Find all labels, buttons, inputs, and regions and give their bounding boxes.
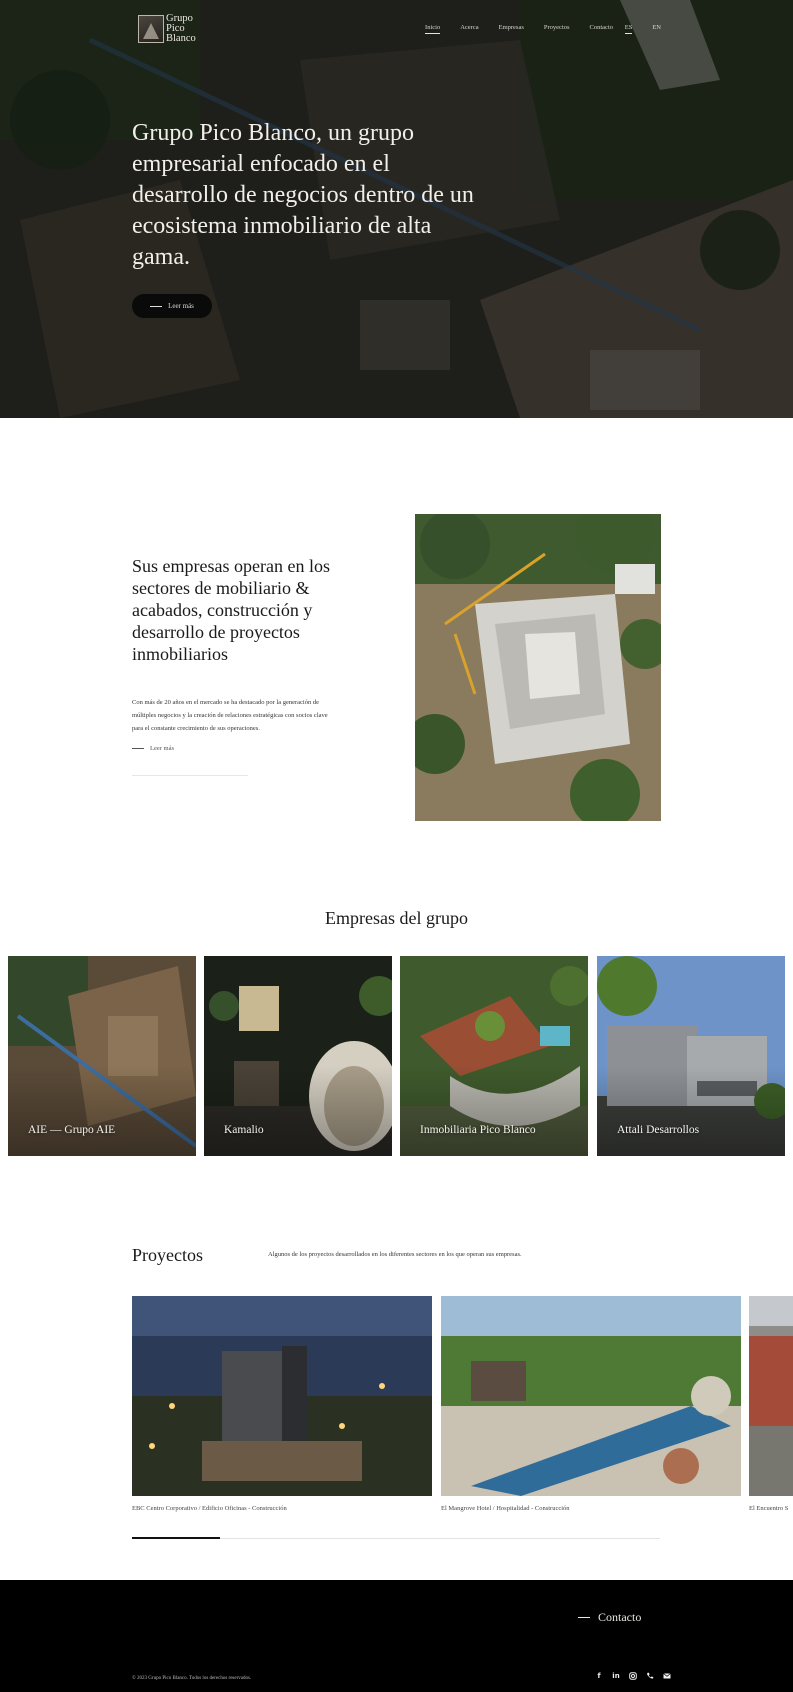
read-more-label: Leer más [168,302,194,310]
logo[interactable]: Grupo Pico Blanco [138,13,200,44]
phone-icon[interactable] [646,1672,654,1680]
project-image [132,1296,432,1496]
divider [132,775,248,776]
nav-item-proyectos[interactable]: Proyectos [544,24,570,31]
dash-icon [578,1617,590,1618]
linkedin-icon[interactable]: in [612,1672,620,1680]
project-card-encuentro[interactable] [749,1296,793,1496]
project-image [749,1296,793,1496]
projects-slider-progress[interactable] [132,1537,220,1539]
hero-title: Grupo Pico Blanco, un grupo empresarial … [132,120,474,270]
about-body: Con más de 20 años en el mercado se ha d… [132,699,328,732]
about-read-more-label: Leer más [150,745,175,752]
hero-section: Grupo Pico Blanco Inicio Acerca Empresas… [0,0,793,418]
company-card-inmobiliaria[interactable]: Inmobiliaria Pico Blanco [400,956,588,1156]
social-links: f in [595,1672,671,1680]
page: Grupo Pico Blanco Inicio Acerca Empresas… [0,0,793,1692]
instagram-icon[interactable] [629,1672,637,1680]
company-card-aie[interactable]: AIE — Grupo AIE [8,956,196,1156]
nav-item-acerca[interactable]: Acerca [460,24,478,31]
site-footer: Contacto © 2023 Grupo Pico Blanco. Todos… [0,1580,793,1692]
company-label: Kamalio [224,1124,264,1136]
mail-icon[interactable] [663,1672,671,1680]
company-card-kamalio[interactable]: Kamalio [204,956,392,1156]
projects-title: Proyectos [132,1245,203,1265]
dash-icon [132,748,144,749]
main-nav: Inicio Acerca Empresas Proyectos Contact… [405,24,613,34]
nav-item-empresas[interactable]: Empresas [499,24,524,31]
read-more-button[interactable]: Leer más [132,294,212,318]
project-caption: El Encuentro S [749,1505,789,1512]
language-switcher: ES EN [605,24,661,34]
project-caption: El Mangrove Hotel / Hospitalidad - Const… [441,1505,570,1512]
projects-description: Algunos de los proyectos desarrollados e… [268,1251,522,1258]
lang-es[interactable]: ES [624,24,632,34]
project-image [441,1296,741,1496]
about-read-more-link[interactable]: Leer más [132,745,174,752]
about-title: Sus empresas operan en los sectores de m… [132,556,330,664]
facebook-icon[interactable]: f [595,1672,603,1680]
company-label: AIE — Grupo AIE [28,1124,116,1136]
site-header: Grupo Pico Blanco Inicio Acerca Empresas… [0,13,793,46]
lang-en[interactable]: EN [652,24,661,31]
dash-icon [150,305,163,307]
logo-mark-icon [138,15,164,43]
logo-text: Grupo Pico Blanco [166,13,196,44]
company-card-attali[interactable]: Attali Desarrollos [597,956,785,1156]
copyright: © 2023 Grupo Pico Blanco. Todos los dere… [132,1676,252,1681]
project-card-mangrove[interactable] [441,1296,741,1496]
nav-item-inicio[interactable]: Inicio [425,24,441,34]
company-label: Attali Desarrollos [617,1124,700,1136]
footer-contact-link[interactable]: Contacto [578,1610,641,1625]
company-label: Inmobiliaria Pico Blanco [420,1124,536,1136]
about-construction-image [415,514,661,821]
companies-title: Empresas del grupo [325,908,468,928]
footer-contact-label: Contacto [598,1610,642,1624]
project-caption: EBC Centro Corporativo / Edificio Oficin… [132,1505,287,1512]
project-card-ebc[interactable] [132,1296,432,1496]
